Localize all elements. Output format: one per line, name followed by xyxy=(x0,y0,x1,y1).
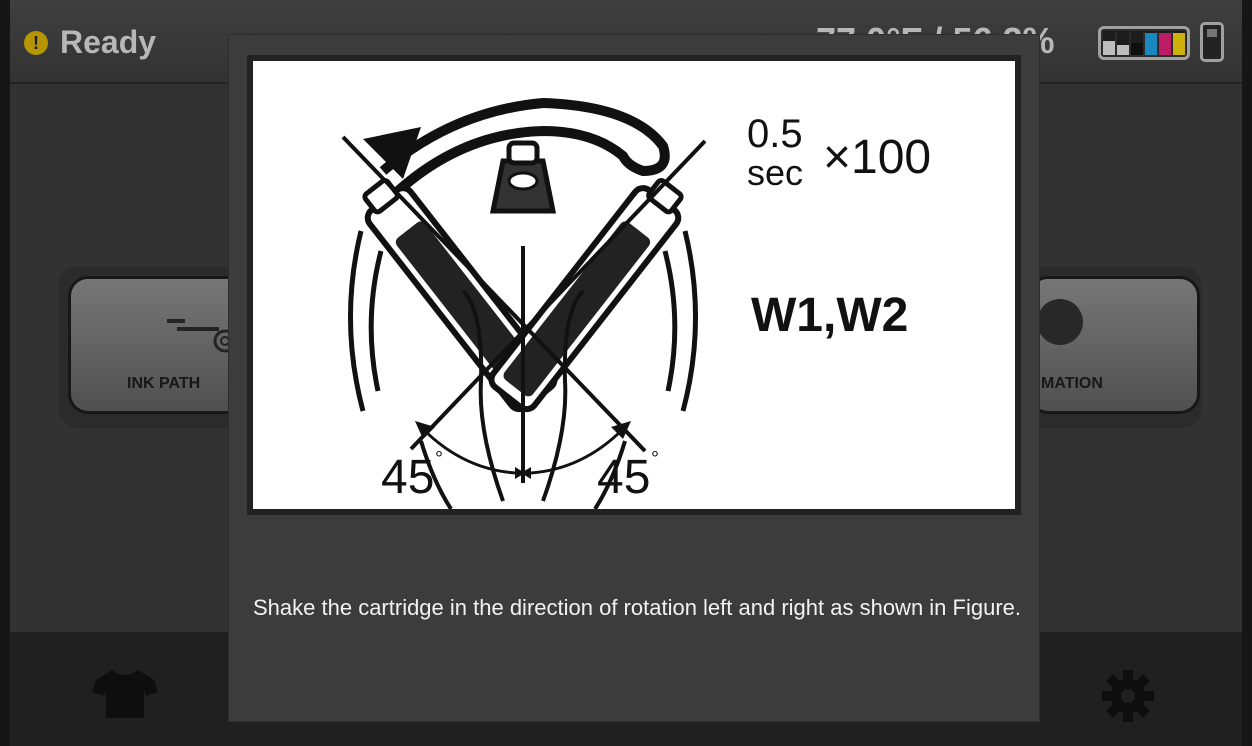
angle-left-degree: ° xyxy=(435,448,443,470)
repeat-count: ×100 xyxy=(823,131,931,184)
duration-unit: sec xyxy=(747,152,803,193)
duration-value: 0.5 xyxy=(747,112,803,156)
dialog-message: Shake the cartridge in the direction of … xyxy=(253,595,1021,620)
angle-right-degree: ° xyxy=(651,448,659,470)
shake-instruction-figure: 45 ° 45 ° 0.5 sec ×100 W1,W2 xyxy=(247,55,1021,515)
angle-left-label: 45 xyxy=(381,451,434,504)
cartridge-names: W1,W2 xyxy=(751,289,908,342)
angle-right-label: 45 xyxy=(597,451,650,504)
shake-cartridge-dialog[interactable]: 45 ° 45 ° 0.5 sec ×100 W1,W2 Shake the c… xyxy=(228,34,1040,722)
shake-illustration: 45 ° 45 ° 0.5 sec ×100 W1,W2 xyxy=(341,98,931,511)
